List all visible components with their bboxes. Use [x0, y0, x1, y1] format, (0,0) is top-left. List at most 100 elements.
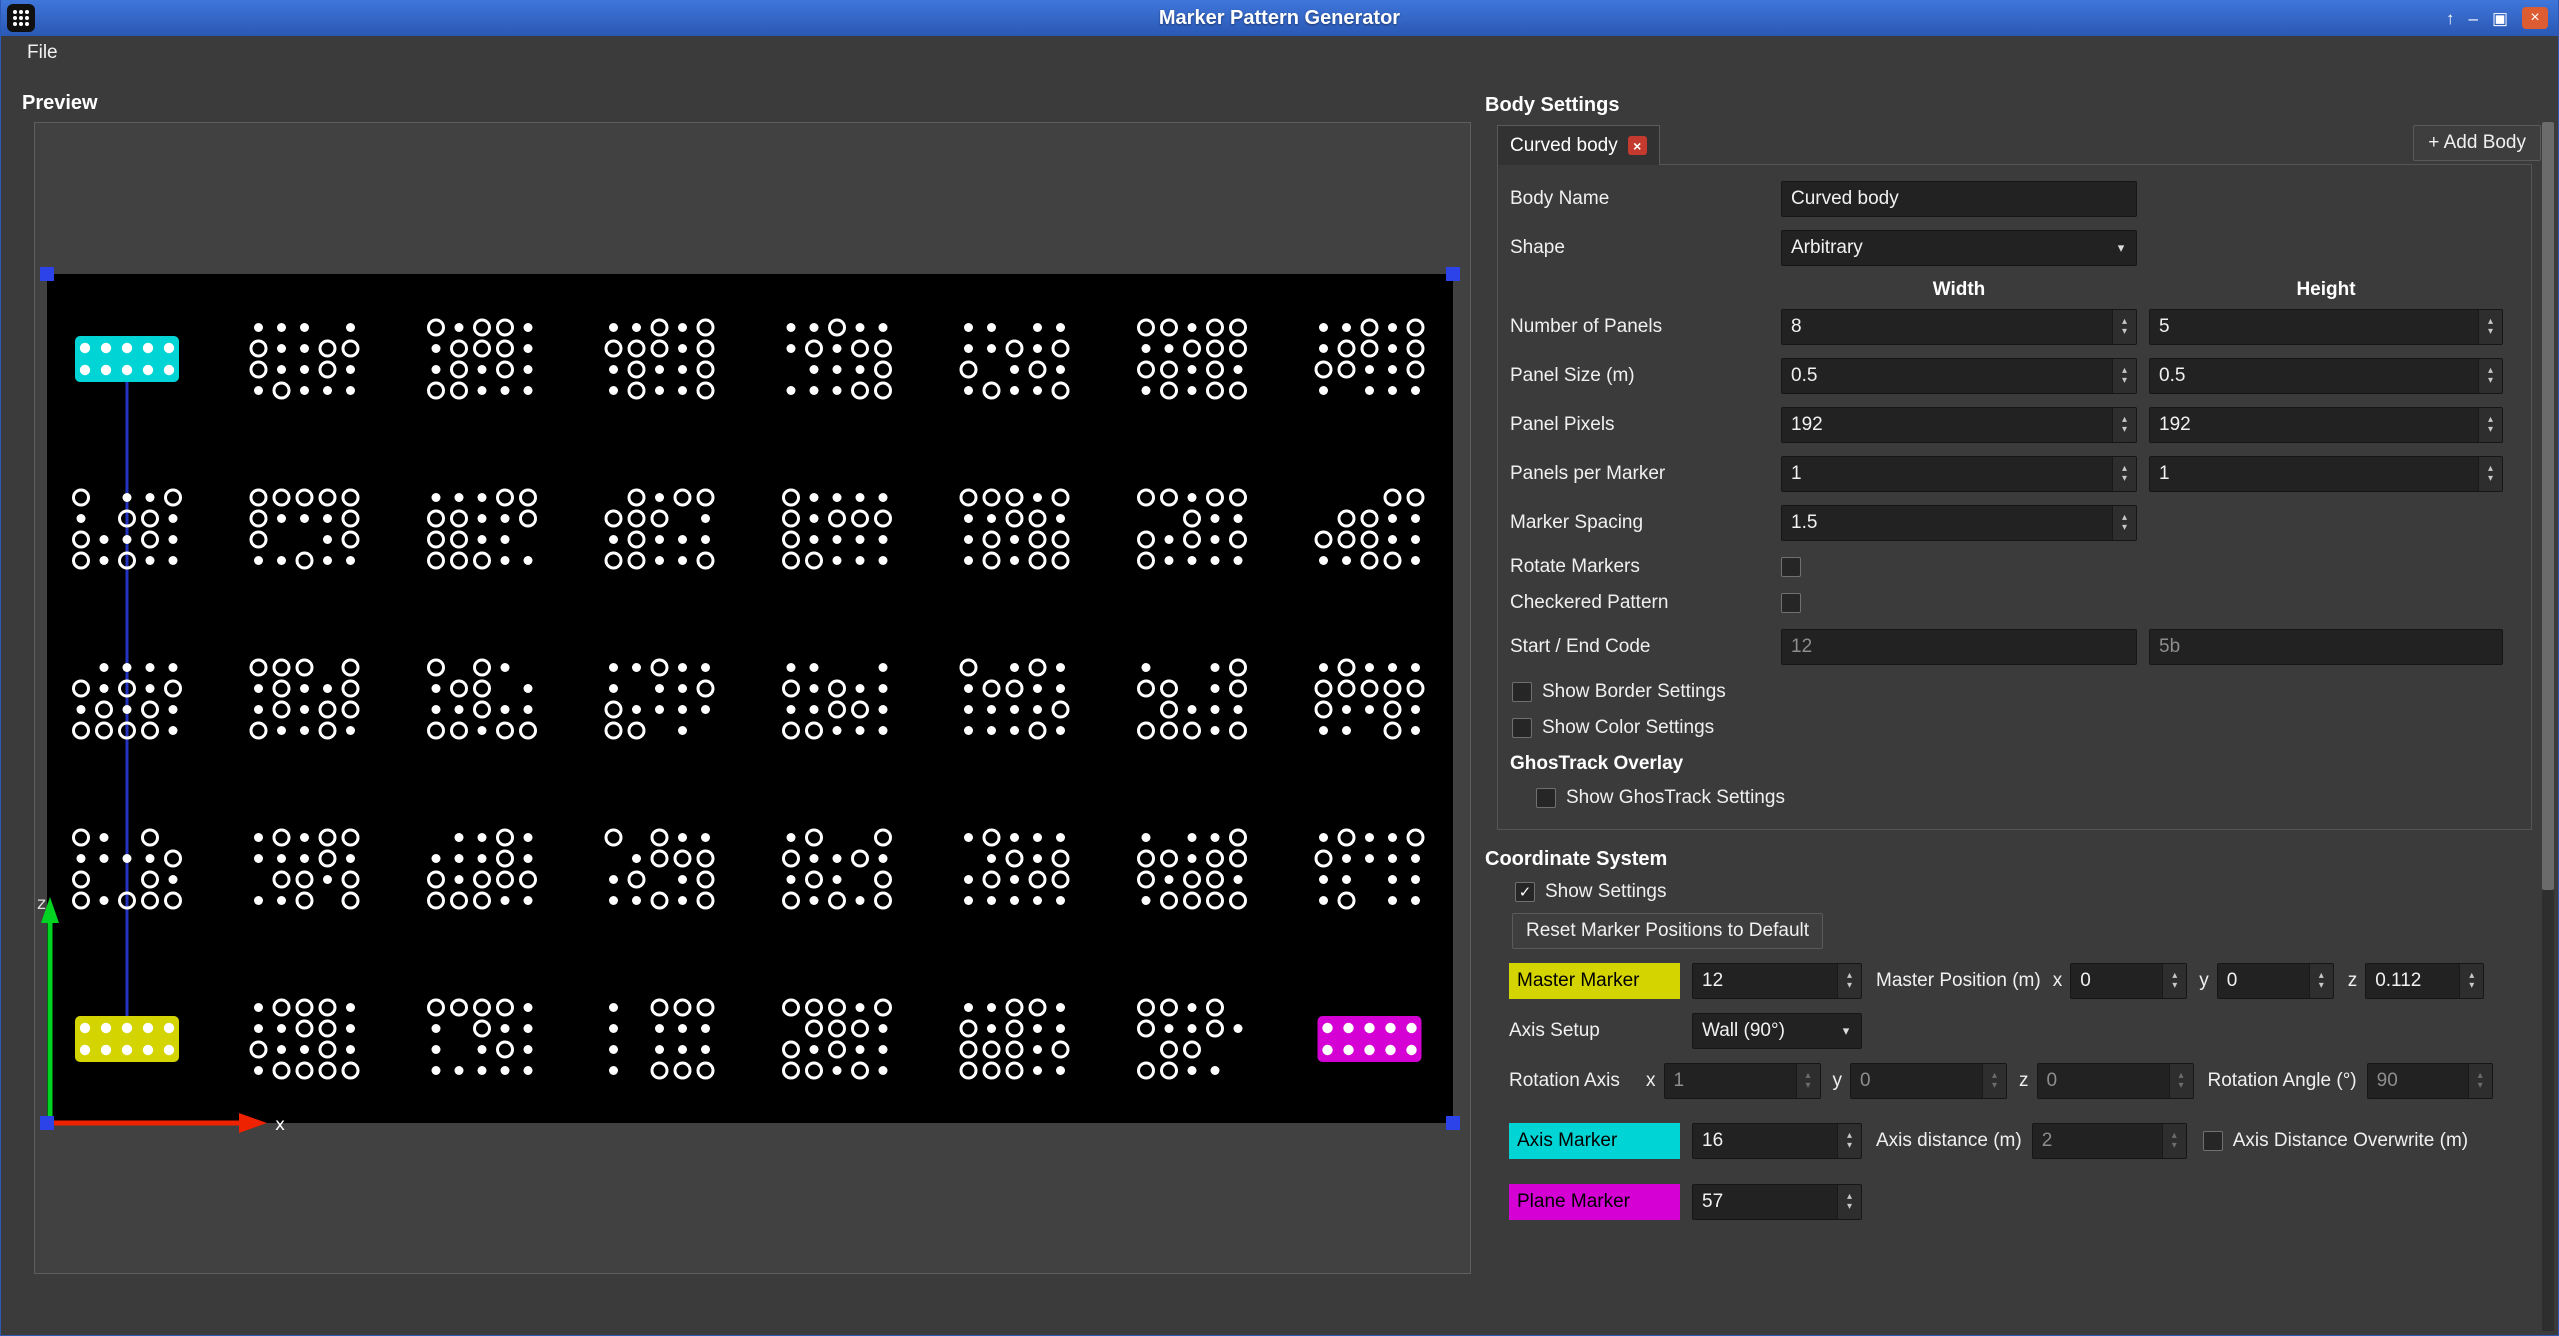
close-icon[interactable]: ×	[2522, 7, 2548, 29]
minimize-icon[interactable]: –	[2468, 10, 2477, 27]
spinbox-up-down-icons[interactable]: ▴▾	[2112, 457, 2136, 491]
shade-icon[interactable]: ↑	[2446, 10, 2455, 27]
scrollbar-thumb[interactable]	[2542, 122, 2554, 890]
spinbox-up-down-icons[interactable]: ▴▾	[1837, 964, 1861, 998]
resize-handle[interactable]	[40, 267, 54, 281]
width-column-header: Width	[1781, 279, 2137, 301]
spinbox-up-down-icons[interactable]: ▴▾	[2468, 1064, 2492, 1098]
spinbox-value: 0	[2038, 1064, 2169, 1098]
rotation-y-spinbox[interactable]: 0▴▾	[1850, 1063, 2007, 1099]
rotate-markers-checkbox[interactable]	[1781, 557, 1801, 577]
axis-marker-id-spinbox[interactable]: 16▴▾	[1692, 1123, 1862, 1159]
panels-per-marker-width-spinbox[interactable]: 1▴▾	[1781, 456, 2137, 492]
rotation-x-spinbox[interactable]: 1▴▾	[1664, 1063, 1821, 1099]
titlebar[interactable]: Marker Pattern Generator ↑ – ▣ ×	[1, 0, 2558, 36]
preview-panel: zx	[34, 122, 1471, 1274]
master-marker-id-spinbox[interactable]: 12▴▾	[1692, 963, 1862, 999]
pattern-canvas[interactable]	[47, 274, 1453, 1123]
spinbox-value: 5	[2150, 310, 2478, 344]
rotation-z-label: z	[2019, 1070, 2029, 1092]
master-y-label: y	[2199, 970, 2209, 992]
maximize-icon[interactable]: ▣	[2492, 10, 2508, 27]
spinbox-value: 0.112	[2366, 964, 2459, 998]
panel-size-height-spinbox[interactable]: 0.5▴▾	[2149, 358, 2503, 394]
panel-pixels-height-spinbox[interactable]: 192▴▾	[2149, 407, 2503, 443]
master-position-y-spinbox[interactable]: 0▴▾	[2217, 963, 2334, 999]
plane-marker-row: Plane Marker 57▴▾	[1509, 1184, 2543, 1220]
master-position-z-spinbox[interactable]: 0.112▴▾	[2365, 963, 2484, 999]
number-of-panels-width-spinbox[interactable]: 8▴▾	[1781, 309, 2137, 345]
spinbox-up-down-icons[interactable]: ▴▾	[2459, 964, 2483, 998]
spinbox-up-down-icons[interactable]: ▴▾	[2478, 359, 2502, 393]
panel-pixels-width-spinbox[interactable]: 192▴▾	[1781, 407, 2137, 443]
plane-marker-id-spinbox[interactable]: 57▴▾	[1692, 1184, 1862, 1220]
tab-close-icon[interactable]: ×	[1628, 136, 1647, 155]
axis-distance-spinbox[interactable]: 2▴▾	[2032, 1123, 2187, 1159]
spinbox-up-down-icons[interactable]: ▴▾	[2112, 408, 2136, 442]
spinbox-up-down-icons[interactable]: ▴▾	[1796, 1064, 1820, 1098]
rotate-markers-label: Rotate Markers	[1510, 556, 1769, 578]
show-ghostrack-settings-checkbox[interactable]	[1536, 788, 1556, 808]
resize-handle[interactable]	[40, 1116, 54, 1130]
axis-marker[interactable]	[75, 336, 179, 382]
axis-distance-overwrite-checkbox[interactable]	[2203, 1131, 2223, 1151]
spinbox-up-down-icons[interactable]: ▴▾	[2478, 310, 2502, 344]
show-border-settings-checkbox[interactable]	[1512, 682, 1532, 702]
reset-marker-positions-button[interactable]: Reset Marker Positions to Default	[1512, 913, 1823, 949]
spinbox-up-down-icons[interactable]: ▴▾	[2309, 964, 2333, 998]
app-icon[interactable]	[7, 4, 35, 32]
spinbox-up-down-icons[interactable]: ▴▾	[2112, 359, 2136, 393]
axis-distance-overwrite-label: Axis Distance Overwrite (m)	[2233, 1130, 2468, 1152]
spinbox-up-down-icons[interactable]: ▴▾	[1837, 1185, 1861, 1219]
spinbox-up-down-icons[interactable]: ▴▾	[2162, 1124, 2186, 1158]
add-body-button[interactable]: + Add Body	[2413, 125, 2541, 161]
master-marker[interactable]	[75, 1016, 179, 1062]
plane-marker[interactable]	[1318, 1016, 1422, 1062]
spinbox-up-down-icons[interactable]: ▴▾	[2169, 1064, 2193, 1098]
dropdown-arrow-icon: ▾	[1831, 1014, 1861, 1048]
resize-handle[interactable]	[1446, 1116, 1460, 1130]
menu-file[interactable]: File	[17, 39, 68, 67]
number-of-panels-height-spinbox[interactable]: 5▴▾	[2149, 309, 2503, 345]
rotation-angle-spinbox[interactable]: 90▴▾	[2367, 1063, 2493, 1099]
end-code-input[interactable]: 5b	[2149, 629, 2503, 665]
start-code-input[interactable]: 12	[1781, 629, 2137, 665]
spinbox-value: 1.5	[1782, 506, 2112, 540]
spinbox-value: 16	[1693, 1124, 1837, 1158]
rotation-z-spinbox[interactable]: 0▴▾	[2037, 1063, 2194, 1099]
spinbox-up-down-icons[interactable]: ▴▾	[2112, 310, 2136, 344]
axis-marker-label: Axis Marker	[1509, 1123, 1680, 1159]
shape-dropdown[interactable]: Arbitrary▾	[1781, 230, 2137, 266]
spinbox-up-down-icons[interactable]: ▴▾	[1837, 1124, 1861, 1158]
spinbox-up-down-icons[interactable]: ▴▾	[2478, 457, 2502, 491]
spinbox-up-down-icons[interactable]: ▴▾	[2478, 408, 2502, 442]
spinbox-up-down-icons[interactable]: ▴▾	[1982, 1064, 2006, 1098]
preview-svg[interactable]: zx	[35, 123, 1470, 1273]
spinbox-value: 12	[1693, 964, 1837, 998]
spinbox-value: 1	[1782, 457, 2112, 491]
panels-per-marker-height-spinbox[interactable]: 1▴▾	[2149, 456, 2503, 492]
spinbox-value: 2	[2033, 1124, 2162, 1158]
z-axis-label: z	[37, 894, 46, 914]
resize-handle[interactable]	[1446, 267, 1460, 281]
master-marker-row: Master Marker 12▴▾ Master Position (m) x…	[1509, 963, 2543, 999]
show-ghostrack-settings-label: Show GhosTrack Settings	[1566, 787, 1785, 809]
axis-setup-dropdown[interactable]: Wall (90°)▾	[1692, 1013, 1862, 1049]
master-z-label: z	[2348, 970, 2358, 992]
marker-spacing-spinbox[interactable]: 1.5▴▾	[1781, 505, 2137, 541]
show-color-settings-checkbox[interactable]	[1512, 718, 1532, 738]
body-name-input[interactable]: Curved body	[1781, 181, 2137, 217]
app-window: Marker Pattern Generator ↑ – ▣ × File Pr…	[0, 0, 2559, 1336]
spinbox-up-down-icons[interactable]: ▴▾	[2162, 964, 2186, 998]
spinbox-value: 8	[1782, 310, 2112, 344]
panel-size-label: Panel Size (m)	[1510, 365, 1769, 387]
checkered-pattern-checkbox[interactable]	[1781, 593, 1801, 613]
panel-size-width-spinbox[interactable]: 0.5▴▾	[1781, 358, 2137, 394]
master-position-x-spinbox[interactable]: 0▴▾	[2070, 963, 2187, 999]
spinbox-up-down-icons[interactable]: ▴▾	[2112, 506, 2136, 540]
panels-per-marker-label: Panels per Marker	[1510, 463, 1769, 485]
dropdown-value: Arbitrary	[1782, 231, 2106, 265]
tab-curved-body[interactable]: Curved body ×	[1497, 125, 1660, 165]
vertical-scrollbar[interactable]	[2542, 122, 2554, 1331]
show-settings-checkbox[interactable]: ✓	[1515, 882, 1535, 902]
